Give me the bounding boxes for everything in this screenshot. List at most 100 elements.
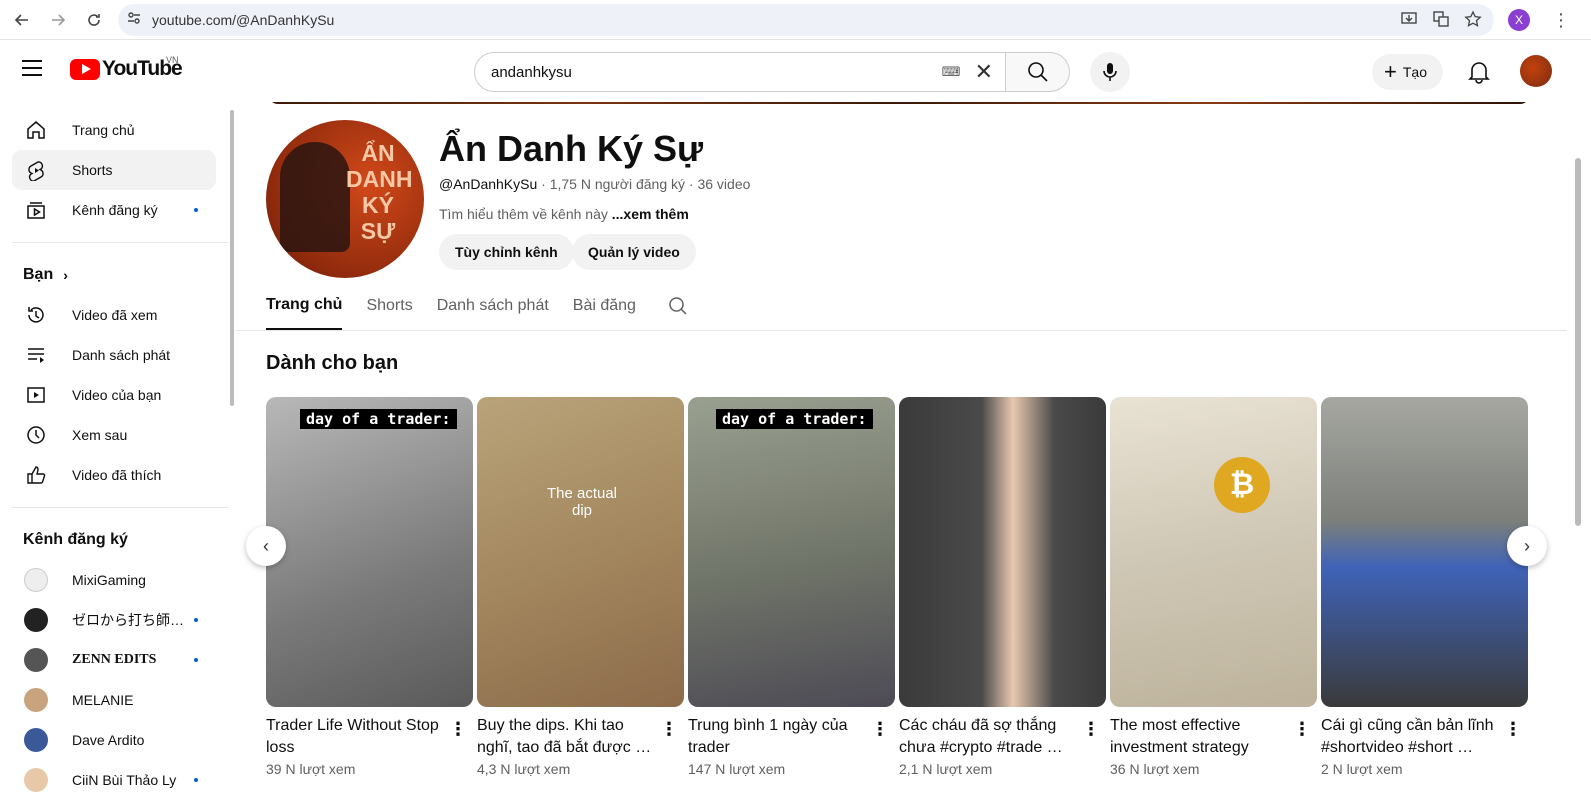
sidebar-item-label: Xem sau	[72, 427, 128, 443]
short-card[interactable]: day of a trader: Trader Life Without Sto…	[266, 397, 473, 777]
channel-banner	[268, 102, 1530, 104]
short-thumbnail[interactable]: day of a trader:	[688, 397, 895, 707]
channel-avatar-large[interactable]: ẨN DANH KÝ SỰ	[266, 120, 424, 278]
more-options-icon[interactable]: ⋮	[1293, 719, 1311, 740]
sidebar-item-subscription[interactable]: ZENN EDITS	[12, 640, 216, 680]
address-bar[interactable]: youtube.com/@AnDanhKySu	[118, 4, 1494, 36]
customize-channel-button[interactable]: Tùy chỉnh kênh	[439, 234, 574, 270]
forward-icon[interactable]	[40, 2, 76, 38]
more-options-icon[interactable]: ⋮	[660, 719, 678, 740]
short-title[interactable]: Trung bình 1 ngày của trader	[688, 715, 895, 759]
short-views: 2 N lượt xem	[1321, 761, 1403, 777]
home-icon	[24, 118, 48, 142]
short-card[interactable]: The actual dip Buy the dips. Khi tao ngh…	[477, 397, 684, 777]
youtube-logo[interactable]: YouTube VN	[70, 55, 183, 81]
channel-avatar	[24, 728, 48, 752]
tab-shorts[interactable]: Shorts	[366, 282, 412, 330]
bookmark-star-icon[interactable]	[1464, 10, 1482, 33]
youtube-header: YouTube VN andanhkysu ⌨ ✕ + Tạo	[0, 40, 1591, 102]
tab-posts[interactable]: Bài đăng	[573, 282, 636, 330]
sidebar-item-shorts[interactable]: Shorts	[12, 150, 216, 190]
sidebar-item-home[interactable]: Trang chủ	[12, 110, 216, 150]
notifications-bell-icon[interactable]	[1468, 60, 1490, 89]
scroll-right-button[interactable]: ›	[1507, 526, 1547, 566]
sidebar-item-subscriptions[interactable]: Kênh đăng ký	[12, 190, 216, 230]
sidebar-item-label: Kênh đăng ký	[72, 202, 158, 218]
back-icon[interactable]	[4, 2, 40, 38]
chevron-right-icon: ›	[1524, 535, 1530, 556]
short-thumbnail[interactable]	[899, 397, 1106, 707]
manage-videos-button[interactable]: Quản lý video	[572, 234, 696, 270]
short-title[interactable]: Trader Life Without Stop loss	[266, 715, 473, 759]
translate-icon[interactable]	[1432, 10, 1450, 33]
clear-search-icon[interactable]: ✕	[975, 59, 993, 85]
scrollbar-thumb[interactable]	[1575, 158, 1581, 526]
account-avatar[interactable]	[1520, 55, 1552, 87]
short-thumbnail[interactable]: The actual dip	[477, 397, 684, 707]
new-content-dot	[194, 778, 198, 782]
install-app-icon[interactable]	[1400, 10, 1418, 33]
tabs-divider	[236, 330, 1567, 331]
plus-icon: +	[1384, 59, 1397, 84]
keyboard-icon[interactable]: ⌨	[942, 64, 961, 80]
watch-later-icon	[24, 423, 48, 447]
short-title[interactable]: The most effective investment strategy	[1110, 715, 1317, 759]
channel-search-icon[interactable]	[668, 282, 688, 330]
url-text[interactable]: youtube.com/@AnDanhKySu	[152, 12, 334, 28]
sidebar-item-subscription[interactable]: Dave Ardito	[12, 720, 216, 760]
sidebar-item-label: Danh sách phát	[72, 347, 171, 363]
short-card[interactable]: ₿ The most effective investment strategy…	[1110, 397, 1317, 777]
more-options-icon[interactable]: ⋮	[871, 719, 889, 740]
tab-home[interactable]: Trang chủ	[266, 282, 343, 330]
new-content-dot	[194, 658, 198, 662]
more-options-icon[interactable]: ⋮	[1082, 719, 1100, 740]
sidebar-item-playlists[interactable]: Danh sách phát	[12, 335, 216, 375]
tab-playlists[interactable]: Danh sách phát	[437, 282, 549, 330]
sidebar-item-subscription[interactable]: MELANIE	[12, 680, 216, 720]
channel-description[interactable]: Tìm hiểu thêm về kênh này ...xem thêm	[439, 206, 689, 222]
more-options-icon[interactable]: ⋮	[1504, 719, 1522, 740]
sidebar-item-subscription[interactable]: MixiGaming	[12, 560, 216, 600]
hooded-figure-illustration	[280, 142, 350, 252]
sidebar-scrollbar[interactable]	[230, 110, 234, 406]
search-button[interactable]	[1006, 52, 1070, 92]
short-thumbnail[interactable]: day of a trader:	[266, 397, 473, 707]
sidebar-item-liked-videos[interactable]: Video đã thích	[12, 455, 216, 495]
short-views: 39 N lượt xem	[266, 761, 356, 777]
menu-icon[interactable]	[22, 60, 42, 78]
page-scrollbar[interactable]	[1567, 102, 1591, 804]
short-card[interactable]: Các cháu đã sợ thắng chưa #crypto #trade…	[899, 397, 1106, 777]
like-icon	[24, 463, 48, 487]
create-button[interactable]: + Tạo	[1372, 54, 1443, 90]
scroll-left-button[interactable]: ‹	[246, 526, 286, 566]
shorts-shelf: day of a trader: Trader Life Without Sto…	[266, 397, 1528, 777]
you-section-heading[interactable]: Bạn ›	[0, 255, 228, 295]
voice-search-button[interactable]	[1090, 52, 1130, 92]
sidebar-item-watch-later[interactable]: Xem sau	[12, 415, 216, 455]
short-thumbnail[interactable]: ₿	[1110, 397, 1317, 707]
history-icon	[24, 303, 48, 327]
sidebar-item-subscription[interactable]: CiiN Bùi Thảo Ly	[12, 760, 216, 800]
search-input[interactable]: andanhkysu ⌨ ✕	[474, 52, 1006, 92]
browser-menu-icon[interactable]: ⋮	[1552, 10, 1570, 31]
short-title[interactable]: Buy the dips. Khi tao nghĩ, tao đã bắt đ…	[477, 715, 684, 759]
reload-icon[interactable]	[76, 2, 112, 38]
sidebar-item-label: Video của bạn	[72, 387, 162, 403]
sidebar-item-history[interactable]: Video đã xem	[12, 295, 216, 335]
short-card[interactable]: day of a trader: Trung bình 1 ngày của t…	[688, 397, 895, 777]
site-info-icon[interactable]	[126, 10, 142, 31]
short-title[interactable]: Cái gì cũng cần bản lĩnh #shortvideo #sh…	[1321, 715, 1528, 759]
short-title[interactable]: Các cháu đã sợ thắng chưa #crypto #trade…	[899, 715, 1106, 759]
more-link[interactable]: ...xem thêm	[612, 206, 689, 222]
short-thumbnail[interactable]	[1321, 397, 1528, 707]
short-card[interactable]: Cái gì cũng cần bản lĩnh #shortvideo #sh…	[1321, 397, 1528, 777]
channel-name: Ẩn Danh Ký Sự	[439, 128, 704, 169]
more-options-icon[interactable]: ⋮	[449, 719, 467, 740]
browser-profile-avatar[interactable]: X	[1508, 9, 1530, 31]
thumbnail-caption: day of a trader:	[716, 409, 873, 429]
search-query[interactable]: andanhkysu	[491, 64, 942, 81]
sidebar-item-your-videos[interactable]: Video của bạn	[12, 375, 216, 415]
bitcoin-coin-icon: ₿	[1214, 457, 1270, 513]
sidebar-item-label: Dave Ardito	[72, 732, 145, 748]
sidebar-item-subscription[interactable]: ゼロから打ち師…	[12, 600, 216, 640]
